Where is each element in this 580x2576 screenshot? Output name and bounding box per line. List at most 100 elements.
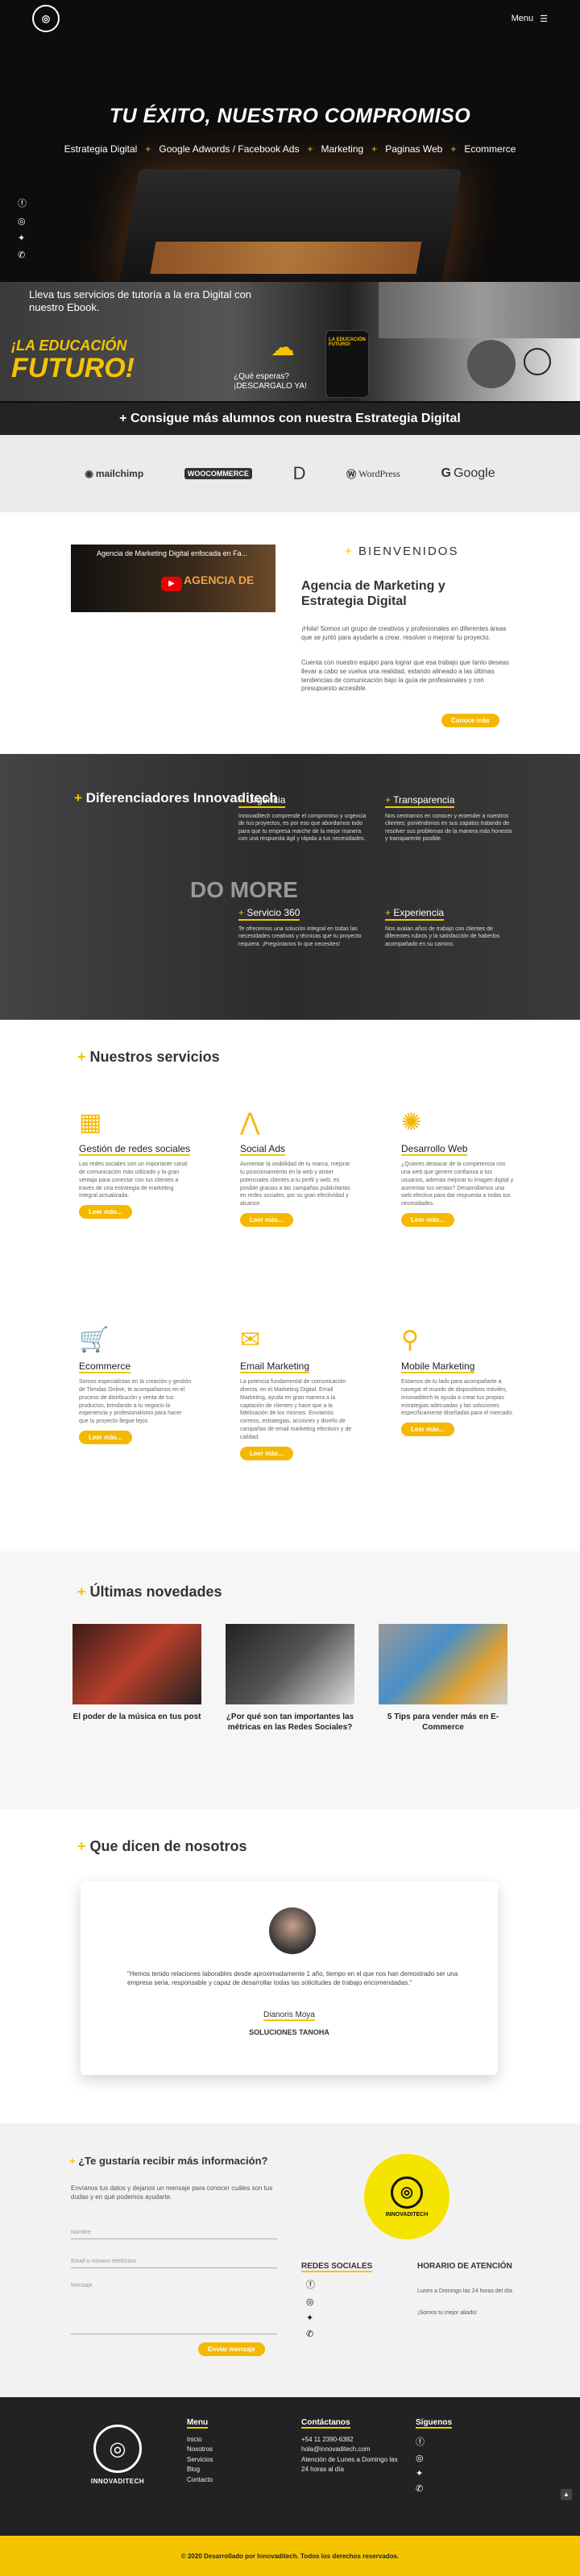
scroll-top-icon[interactable]: ▲ xyxy=(561,2489,572,2500)
hero-title: TU ÉXITO, NUESTRO COMPROMISO xyxy=(109,105,471,127)
facebook-icon[interactable]: ⓕ xyxy=(306,2278,315,2291)
strategy-strip[interactable]: + Consigue más alumnos con nuestra Estra… xyxy=(0,403,580,435)
phone-mockup: LA EDUCACIÓN FUTURO! xyxy=(325,330,369,398)
video-player[interactable]: Agencia de Marketing Digital enfocada en… xyxy=(71,545,276,612)
read-more-button[interactable]: Leer más... xyxy=(401,1423,454,1437)
ally-text: ¡Somos tu mejor aliado! xyxy=(417,2310,477,2316)
contact-subtitle: Envíanos tus datos y dejanos un mensaje … xyxy=(71,2185,273,2201)
whatsapp-icon[interactable]: ✆ xyxy=(18,250,27,260)
contact-title-text: ¿Te gustaría recibir más información? xyxy=(78,2155,268,2167)
footer-phone[interactable]: +54 11 2390-6382 xyxy=(301,2435,398,2445)
instagram-icon[interactable]: ◎ xyxy=(306,2296,315,2307)
instagram-icon[interactable]: ◎ xyxy=(416,2453,452,2463)
conoce-mas-button[interactable]: Conoce más xyxy=(441,714,499,727)
services-title: + Nuestros servicios xyxy=(77,1049,220,1066)
contact-logo-name: INNOVADITECH xyxy=(385,2211,429,2218)
testimonial-quote: "Hemos tenido relaciones laborables desd… xyxy=(127,1970,458,1986)
plus-icon: + xyxy=(238,907,247,918)
footer-link-servicios[interactable]: Servicios xyxy=(187,2455,213,2465)
hero-link-paginas[interactable]: Paginas Web xyxy=(385,143,442,155)
news-card[interactable]: El poder de la música en tus post xyxy=(72,1624,201,1723)
service-text: Aumentar la visibilidad de tu marca, mej… xyxy=(240,1162,350,1207)
testimonial-card: "Hemos tenido relaciones laborables desd… xyxy=(81,1882,498,2075)
hero-section: ◎ Menu ☰ TU ÉXITO, NUESTRO COMPROMISO Es… xyxy=(0,0,580,435)
twitter-icon[interactable]: ✦ xyxy=(18,233,27,243)
diff-card-text: Nos avalan años de trabajo con clientes … xyxy=(385,926,500,947)
ebook-banner[interactable]: Lleva tus servicios de tutoría a la era … xyxy=(0,282,580,401)
testimonial-name-text: Dianoris Moya xyxy=(263,2011,315,2021)
facebook-icon[interactable]: ⓕ xyxy=(18,197,27,209)
google-icon: G xyxy=(441,466,451,480)
footer-link-inicio[interactable]: Inicio xyxy=(187,2435,213,2445)
news-card-title[interactable]: ¿Por qué son tan importantes las métrica… xyxy=(226,1713,354,1733)
hero-link-ecommerce[interactable]: Ecommerce xyxy=(464,143,516,155)
footer-logo[interactable]: ◎ INNOVADITECH xyxy=(85,2425,150,2485)
footer-contact-title: Contáctanos xyxy=(301,2418,350,2429)
service-title: Social Ads xyxy=(240,1143,286,1157)
read-more-button[interactable]: Leer más... xyxy=(79,1430,132,1444)
name-field[interactable]: Nombre xyxy=(71,2230,277,2239)
news-card[interactable]: 5 Tips para vender más en E-Commerce xyxy=(379,1624,508,1733)
menu-toggle[interactable]: Menu ☰ xyxy=(512,14,548,24)
footer-social-links: ⓕ ◎ ✦ ✆ xyxy=(416,2435,452,2494)
facebook-icon[interactable]: ⓕ xyxy=(416,2435,452,2448)
email-field[interactable]: Email o número telefónico xyxy=(71,2259,277,2268)
message-field[interactable]: Mensaje xyxy=(71,2283,277,2334)
read-more-button[interactable]: Leer más... xyxy=(401,1212,454,1227)
cart-icon: 🛒 xyxy=(79,1327,110,1353)
partner-divi: D xyxy=(293,463,306,484)
footer-link-contacto[interactable]: Contacto xyxy=(187,2475,213,2485)
diff-card-text: Te ofrecemos una solución integral en to… xyxy=(238,926,362,947)
play-icon[interactable]: ▶ xyxy=(161,577,182,591)
welcome-paragraph-1: ¡Hola! Somos un grupo de creativos y pro… xyxy=(301,625,507,641)
banner-cta[interactable]: ¡DESCARGALO YA! xyxy=(234,382,307,391)
hero-link-adwords[interactable]: Google Adwords / Facebook Ads xyxy=(159,143,299,155)
footer-menu-title: Menu xyxy=(187,2418,209,2429)
partner-woocommerce: WOOCOMMERCE xyxy=(184,468,252,479)
footer-link-blog[interactable]: Blog xyxy=(187,2465,213,2475)
web-dev-icon: ✺ xyxy=(401,1109,422,1136)
services-section: + Nuestros servicios ▦ Gestión de redes … xyxy=(0,1020,580,1551)
diff-card-servicio360: + Servicio 360 Te ofrecemos una solución… xyxy=(238,907,367,948)
twitter-icon[interactable]: ✦ xyxy=(306,2313,315,2323)
banner-question-text: ¿Qué esperas? xyxy=(234,372,289,381)
read-more-button[interactable]: Leer más... xyxy=(240,1212,293,1227)
news-card[interactable]: ¿Por qué son tan importantes las métrica… xyxy=(226,1624,354,1733)
service-title: Ecommerce xyxy=(79,1360,131,1374)
footer-email[interactable]: hola@innovaditech.com xyxy=(301,2445,398,2454)
read-more-button[interactable]: Leer más... xyxy=(240,1446,293,1460)
news-card-title[interactable]: El poder de la música en tus post xyxy=(72,1713,201,1723)
footer-link-nosotros[interactable]: Nosotros xyxy=(187,2445,213,2454)
logo[interactable]: ◎ xyxy=(32,5,60,32)
read-more-button[interactable]: Leer más... xyxy=(79,1205,132,1220)
service-title: Mobile Marketing xyxy=(401,1360,475,1374)
whatsapp-icon[interactable]: ✆ xyxy=(416,2483,452,2494)
banner-text: Lleva tus servicios de tutoría a la era … xyxy=(29,288,252,314)
twitter-icon[interactable]: ✦ xyxy=(416,2468,452,2479)
hero-link-marketing[interactable]: Marketing xyxy=(321,143,363,155)
footer: ◎ INNOVADITECH Menu Inicio Nosotros Serv… xyxy=(0,2397,580,2536)
hours-title: HORARIO DE ATENCIÓN xyxy=(417,2262,512,2271)
footer-follow: Síguenos ⓕ ◎ ✦ ✆ xyxy=(416,2418,453,2494)
partner-label: WOOCOMMERCE xyxy=(184,468,252,479)
logo-mark-icon: ◎ xyxy=(93,2425,142,2473)
diff-card-text: Innovaditech comprende el compromiso y u… xyxy=(238,814,367,843)
social-media-icon: ▦ xyxy=(79,1109,102,1136)
send-message-button[interactable]: Enviar mensaje xyxy=(198,2342,265,2356)
partner-mailchimp: ◉ mailchimp xyxy=(85,468,143,479)
hero-link-estrategia[interactable]: Estrategia Digital xyxy=(64,143,138,155)
avatar xyxy=(269,1907,316,1954)
diff-card-title: Experiencia xyxy=(393,907,445,918)
ads-icon: ⋀ xyxy=(240,1109,260,1136)
instagram-icon[interactable]: ◎ xyxy=(18,216,27,226)
plus-icon: + xyxy=(74,790,86,806)
news-image xyxy=(72,1624,201,1704)
whatsapp-icon[interactable]: ✆ xyxy=(306,2329,315,2339)
plus-icon: + xyxy=(145,143,151,155)
contact-section: + ¿Te gustaría recibir más información? … xyxy=(0,2123,580,2397)
diff-card-transparencia: + Transparencia Nos centramos en conocer… xyxy=(385,794,514,843)
welcome-title: Agencia de Marketing y Estrategia Digita… xyxy=(301,579,445,609)
diff-card-experiencia: + Experiencia Nos avalan años de trabajo… xyxy=(385,907,514,948)
news-card-title[interactable]: 5 Tips para vender más en E-Commerce xyxy=(379,1713,508,1733)
contact-social-links: ⓕ ◎ ✦ ✆ xyxy=(306,2278,315,2339)
